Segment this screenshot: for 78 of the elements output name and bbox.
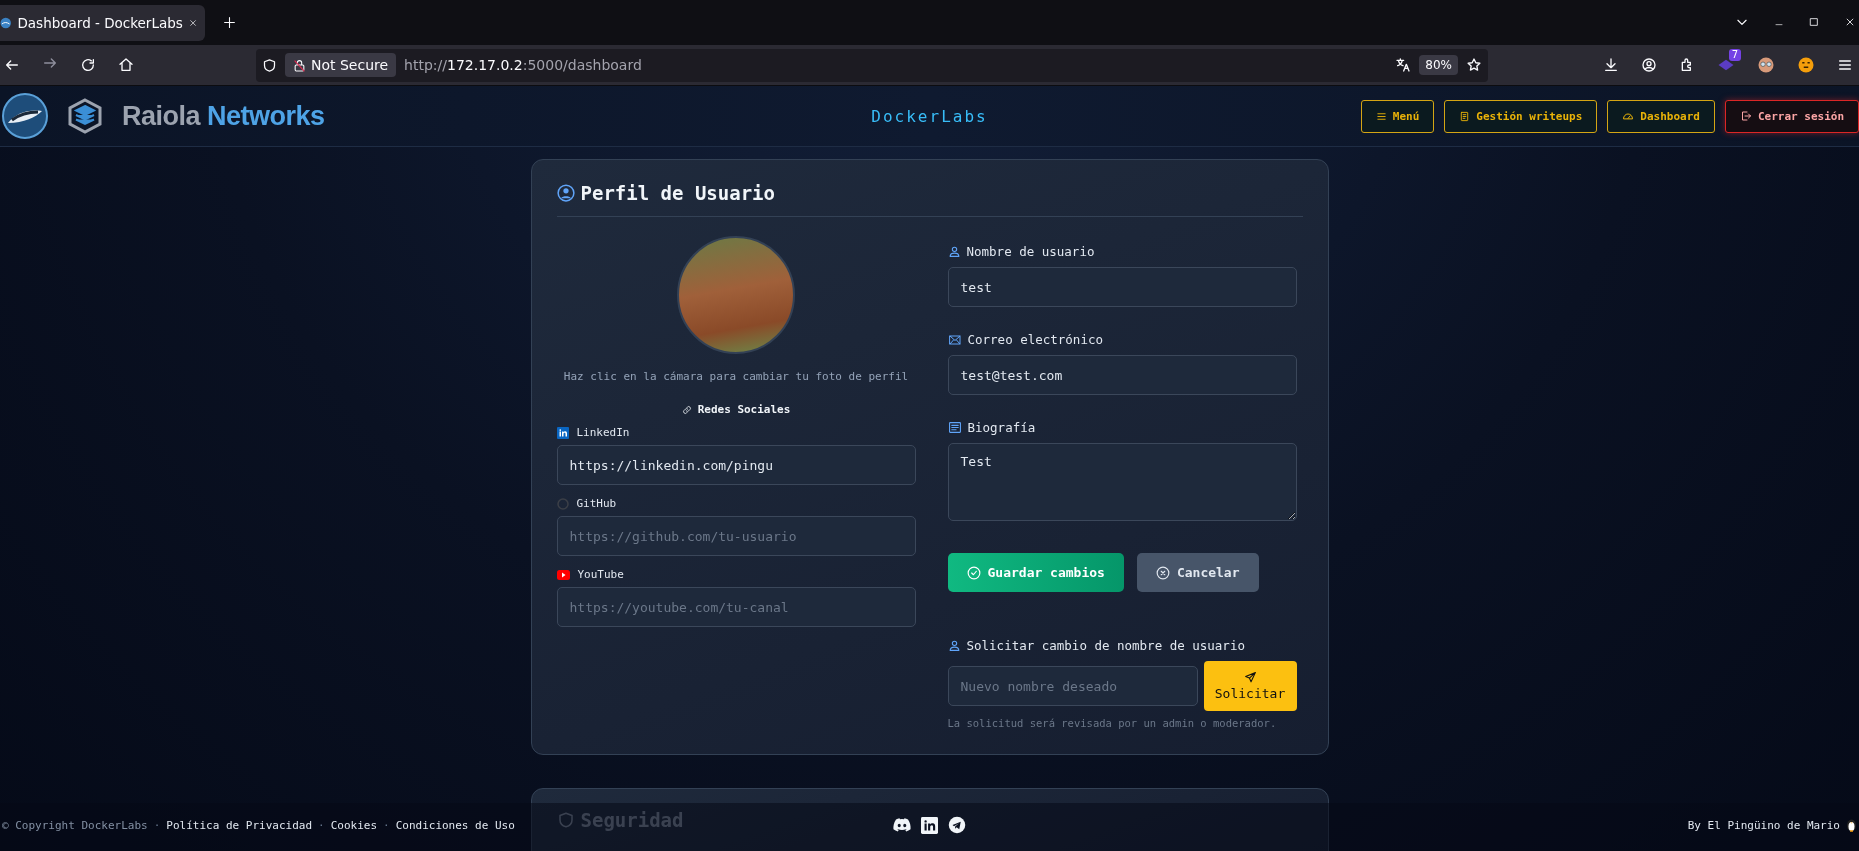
card-title: Perfil de Usuario [580,182,775,204]
field-label: GitHub [576,497,617,510]
broken-lock-icon [293,57,306,73]
url-field[interactable]: https://linkedin.com/pingu [556,445,916,485]
browser-tab[interactable]: Dashboard - DockerLabs [0,5,205,41]
menu-icon [1375,110,1387,122]
section-heading: Redes Sociales [697,403,791,416]
gauge-icon [1622,110,1635,122]
reload-icon [80,57,96,73]
check-circle-icon [966,565,981,580]
separator-dot: · [153,818,161,832]
logout-icon [1739,110,1752,122]
field-label: Nombre de usuario [966,244,1095,259]
cube-stack-icon [68,98,102,134]
credit-text: By El Pingüino de Mario [1687,818,1840,832]
discord-icon[interactable] [893,818,911,832]
user-circle-icon [556,184,575,202]
bookmark-star-icon [1466,57,1482,73]
telegram-icon[interactable] [948,816,966,834]
home-icon [118,57,134,73]
translate-icon [1395,57,1412,73]
separator-dot: · [383,818,390,832]
close-icon [1845,17,1855,27]
envelope-icon [947,333,962,346]
text-lines-icon [947,421,962,434]
request-note: La solicitud será revisada por un admin o moderador. [947,717,1278,729]
security-indicator[interactable]: Not Secure [285,53,397,77]
penguin-icon [1846,818,1857,832]
field-label: LinkedIn [576,426,630,439]
tab-title: Dashboard - DockerLabs [17,15,183,31]
download-icon [1603,57,1619,73]
youtube-icon [556,569,570,580]
footer-link[interactable]: Condiciones de Uso [395,818,515,832]
close-icon [188,18,197,28]
glasses-extension-icon[interactable] [1757,56,1775,74]
text-field[interactable]: test@test.com [947,355,1297,395]
field-label: YouTube [577,568,624,581]
forward-arrow-icon [42,55,58,71]
x-circle-icon [1155,565,1170,580]
maximize-icon [1809,17,1819,27]
nav-button[interactable]: Menú [1360,99,1435,133]
text-field[interactable]: test [947,267,1297,307]
brand-name[interactable]: Raiola Networks [122,100,325,132]
cancel-button[interactable]: Cancelar [1136,553,1259,592]
logout-button[interactable]: Cerrar sesión [1724,99,1859,133]
extension-badge: 7 [1728,49,1741,61]
shield-icon [262,57,277,73]
request-button[interactable]: Solicitar [1203,661,1297,711]
footer-link[interactable]: Cookies [330,818,377,832]
footer-link[interactable]: Política de Privacidad [166,818,313,832]
zoom-level-button[interactable]: 80% [1419,55,1458,75]
document-icon [1459,110,1471,122]
separator-dot: · [318,818,325,832]
url-field[interactable]: https://youtube.com/tu-canal [556,587,916,627]
menu-icon [1837,57,1853,73]
nav-button[interactable]: Gestión writeups [1444,99,1598,133]
photo-hint: Haz clic en la cámara para cambiar tu foto de perfil [562,370,910,383]
new-username-field[interactable]: Nuevo nombre deseado [947,666,1198,706]
new-tab-icon [223,16,236,29]
back-arrow-icon [4,57,20,73]
user-icon [947,245,961,258]
extension-icon[interactable] [1717,57,1735,73]
bio-field[interactable]: Test [947,443,1297,521]
round-logo-icon[interactable] [2,93,48,139]
field-label: Correo electrónico [967,332,1103,347]
linkedin-icon [556,426,569,439]
link-icon [681,404,692,415]
send-icon [1243,671,1257,684]
account-icon [1641,57,1657,73]
user-icon [947,639,961,652]
field-label: Biografía [967,420,1036,435]
site-title: DockerLabs [871,106,988,126]
url-field[interactable]: https://github.com/tu-usuario [556,516,916,556]
nav-button[interactable]: Dashboard [1607,99,1715,133]
url-text[interactable]: http://172.17.0.2:5000/dashboard [404,57,1388,73]
field-label: Solicitar cambio de nombre de usuario [966,638,1245,653]
copyright-text: © Copyright DockerLabs [2,818,148,832]
shield-icon [556,811,575,829]
